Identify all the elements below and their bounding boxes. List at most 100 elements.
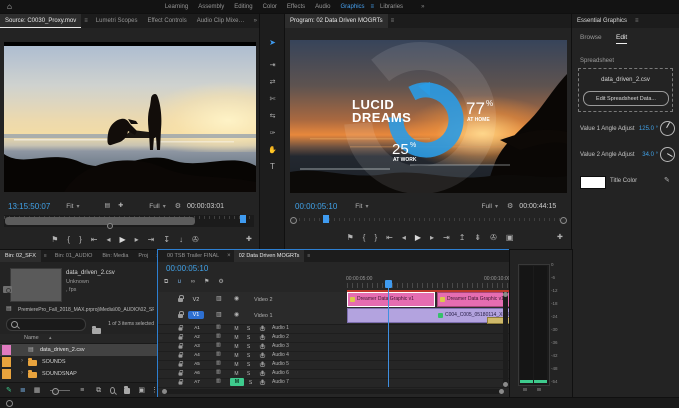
track-output-eye-icon[interactable]: ◉ — [234, 312, 239, 318]
project-row-sounds[interactable]: › SOUNDS — [0, 356, 158, 368]
more-icon[interactable]: ⋮ — [151, 387, 158, 394]
new-item-icon[interactable]: ▣ — [138, 387, 145, 394]
mute-button[interactable]: M — [232, 352, 241, 359]
new-bin-icon[interactable] — [124, 388, 130, 394]
workspace-tab-learning[interactable]: Learning — [160, 4, 193, 10]
zoom-slider-handle[interactable] — [52, 388, 59, 395]
clip-dreamer-data-graphic-1[interactable]: Dreamer Data Graphic v1 — [347, 292, 435, 307]
voiceover-mic-icon[interactable] — [261, 362, 263, 366]
track-name[interactable]: Video 2 — [254, 297, 273, 303]
vscroll-handle-bottom[interactable] — [503, 382, 508, 387]
tab-sequence-tsb-trailer[interactable]: 00 TSB Trailer FINAL — [162, 250, 224, 262]
track-name[interactable]: Audio 6 — [272, 370, 289, 376]
snap-icon[interactable]: ∪ — [177, 279, 181, 285]
source-scrubber-handle[interactable] — [107, 223, 113, 229]
timeline-panel-menu-icon[interactable]: ≡ — [304, 250, 313, 262]
tab-source[interactable]: Source: C0030_Proxy.mov — [0, 14, 81, 28]
track-name[interactable]: Audio 2 — [272, 334, 289, 340]
eg-tab-edit[interactable]: Edit — [616, 34, 627, 44]
source-playhead-handle[interactable] — [240, 215, 246, 223]
disclosure-icon[interactable]: › — [18, 370, 26, 376]
project-panel-menu-icon[interactable]: ≡ — [41, 250, 50, 262]
track-name[interactable]: Audio 1 — [272, 325, 289, 331]
track-target[interactable]: A7 — [191, 379, 203, 384]
track-target-v1[interactable]: V1 — [188, 311, 204, 319]
track-target[interactable]: A2 — [191, 334, 203, 339]
mute-button[interactable]: M — [232, 334, 241, 341]
eg-spreadsheet-file[interactable]: data_driven_2.csv — [579, 77, 672, 83]
linked-selection-icon[interactable]: ∞ — [191, 279, 195, 285]
tab-audio-clip-mixer[interactable]: Audio Clip Mixer: 02 Data Driven MOGRTs — [192, 14, 251, 28]
icon-view-icon[interactable]: ▦ — [34, 387, 41, 394]
timeline-playhead-head[interactable] — [385, 280, 392, 288]
source-timecode[interactable]: 13:15:50:07 — [8, 202, 50, 211]
tool-razor[interactable]: ✄ — [260, 88, 285, 106]
mute-button[interactable]: M — [232, 343, 241, 350]
automate-to-sequence-icon[interactable]: ⧉ — [96, 387, 101, 394]
tool-hand[interactable]: ✋ — [260, 139, 285, 157]
sync-lock-icon[interactable]: ▥ — [216, 312, 222, 318]
tool-track-select[interactable]: ⇥ — [260, 54, 285, 72]
track-v1-lane[interactable]: C004_C005_05180114_XD8990-0117#1_Proxy_H… — [347, 308, 510, 325]
lock-icon[interactable] — [178, 298, 183, 302]
track-target[interactable]: A5 — [191, 361, 203, 366]
writable-toggle-icon[interactable]: ✎ — [6, 387, 12, 394]
go-to-in-icon[interactable]: ⇤ — [386, 234, 393, 242]
tool-ripple-edit[interactable]: ⇄ — [260, 71, 285, 89]
program-resolution-select[interactable]: Full — [482, 203, 492, 210]
eg-value1-knob[interactable] — [660, 121, 675, 136]
eg-value2-knob[interactable] — [660, 147, 675, 162]
program-video-frame[interactable]: LUCID DREAMS 77 % AT HOME 25 % AT WORK — [290, 40, 567, 193]
clip-dreamer-data-graphic-2[interactable]: Dreamer Data Graphic v1 — [437, 292, 510, 307]
solo-button[interactable]: S — [246, 379, 255, 386]
track-output-eye-icon[interactable]: ◉ — [234, 296, 239, 302]
solo-button[interactable]: S — [244, 361, 253, 368]
vscroll-handle-top[interactable] — [503, 292, 508, 297]
tool-selection[interactable]: ➤ — [260, 32, 285, 50]
program-scrub-handle-left[interactable] — [290, 217, 297, 224]
mark-out-icon[interactable]: } — [79, 236, 82, 244]
project-search-input[interactable] — [6, 318, 86, 331]
home-icon[interactable]: ⌂ — [7, 3, 12, 11]
sync-lock-icon[interactable]: ▥ — [216, 334, 221, 339]
sync-lock-icon[interactable]: ▥ — [216, 370, 221, 375]
sync-lock-icon[interactable]: ▥ — [216, 325, 221, 330]
lock-icon[interactable] — [179, 381, 183, 384]
step-back-icon[interactable]: ◂ — [402, 234, 406, 242]
sequence-tab-close-icon[interactable]: × — [224, 250, 234, 262]
workspace-tab-graphics[interactable]: Graphics — [336, 4, 370, 10]
track-target[interactable]: A6 — [191, 370, 203, 375]
extract-icon[interactable]: ⇟ — [474, 234, 481, 242]
track-v2-lane[interactable]: Dreamer Data Graphic v1 Dreamer Data Gra… — [347, 292, 510, 309]
source-resolution-caret-icon[interactable]: ▾ — [160, 203, 169, 210]
play-icon[interactable]: ▶ — [415, 234, 421, 242]
mark-in-icon[interactable]: { — [363, 234, 366, 242]
voiceover-mic-icon[interactable] — [261, 371, 263, 375]
eg-title-color-swatch[interactable] — [580, 176, 606, 189]
source-zoom-select[interactable]: Fit — [66, 203, 73, 210]
solo-button[interactable]: S — [244, 343, 253, 350]
track-target[interactable]: A4 — [191, 352, 203, 357]
tab-project[interactable]: Proj — [133, 250, 153, 262]
mute-button-active[interactable]: M — [230, 378, 244, 386]
hscroll-handle-left[interactable] — [162, 389, 167, 394]
track-name[interactable]: Audio 3 — [272, 343, 289, 349]
sync-lock-icon[interactable]: ▥ — [216, 352, 221, 357]
program-settings-wrench-icon[interactable]: ⚙ — [507, 203, 513, 210]
program-playhead-handle[interactable] — [323, 215, 329, 223]
timeline-playhead-line[interactable] — [388, 288, 389, 387]
solo-button[interactable]: S — [244, 352, 253, 359]
tab-sequence-data-driven[interactable]: 02 Data Driven MOGRTs — [234, 250, 305, 262]
export-frame-icon[interactable]: ✇ — [192, 236, 199, 244]
tab-bin-01-audio[interactable]: Bin: 01_AUDIO — [50, 250, 98, 262]
program-scrub-handle-right[interactable] — [560, 217, 567, 224]
go-to-in-icon[interactable]: ⇤ — [91, 236, 98, 244]
eg-value1-value[interactable]: 125.0 ° — [628, 126, 658, 132]
source-zoom-bar[interactable] — [5, 217, 195, 225]
mute-button[interactable]: M — [232, 370, 241, 377]
source-button-editor-icon[interactable]: ✚ — [246, 236, 252, 243]
timeline-vertical-scrollbar[interactable] — [503, 292, 508, 387]
source-zoom-caret-icon[interactable]: ▾ — [74, 203, 83, 210]
source-resolution-select[interactable]: Full — [149, 203, 159, 210]
lock-icon[interactable] — [179, 363, 183, 366]
